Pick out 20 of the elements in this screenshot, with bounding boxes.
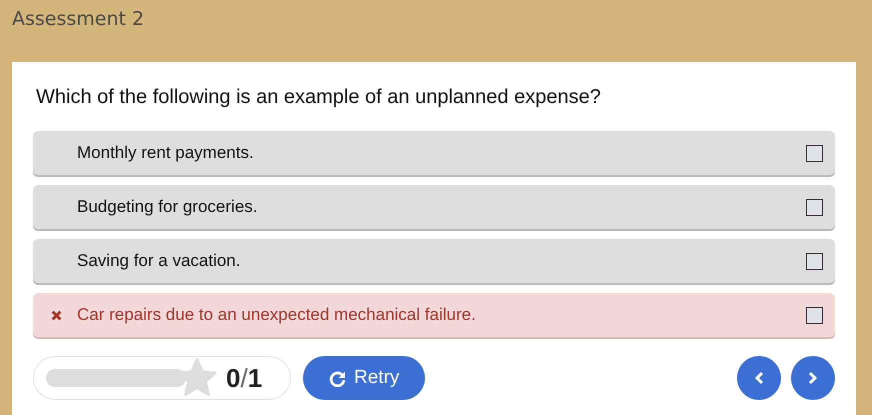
answer-option[interactable]: Monthly rent payments. (33, 131, 835, 175)
score-total: 1 (248, 362, 262, 392)
score-separator: / (240, 362, 248, 392)
next-button[interactable] (791, 356, 835, 400)
previous-button[interactable] (737, 356, 781, 400)
score-value: 0 (226, 362, 240, 392)
checkbox[interactable] (806, 252, 823, 270)
page-title: Assessment 2 (11, 7, 146, 32)
chevron-left-icon (753, 371, 765, 385)
answer-option[interactable]: Car repairs due to an unexpected mechanical failure. (33, 293, 835, 337)
answer-option[interactable]: Saving for a vacation. (33, 239, 835, 283)
answer-option[interactable]: Budgeting for groceries. (33, 185, 835, 229)
retry-button[interactable]: Retry (303, 356, 426, 400)
refresh-icon (329, 370, 346, 386)
cross-icon (51, 310, 62, 320)
checkbox[interactable] (806, 306, 823, 324)
checkbox[interactable] (806, 198, 823, 216)
chevron-right-icon (807, 371, 819, 385)
question-text: Which of the following is an example of an unplanned expense? (36, 85, 602, 110)
checkbox[interactable] (806, 144, 823, 162)
